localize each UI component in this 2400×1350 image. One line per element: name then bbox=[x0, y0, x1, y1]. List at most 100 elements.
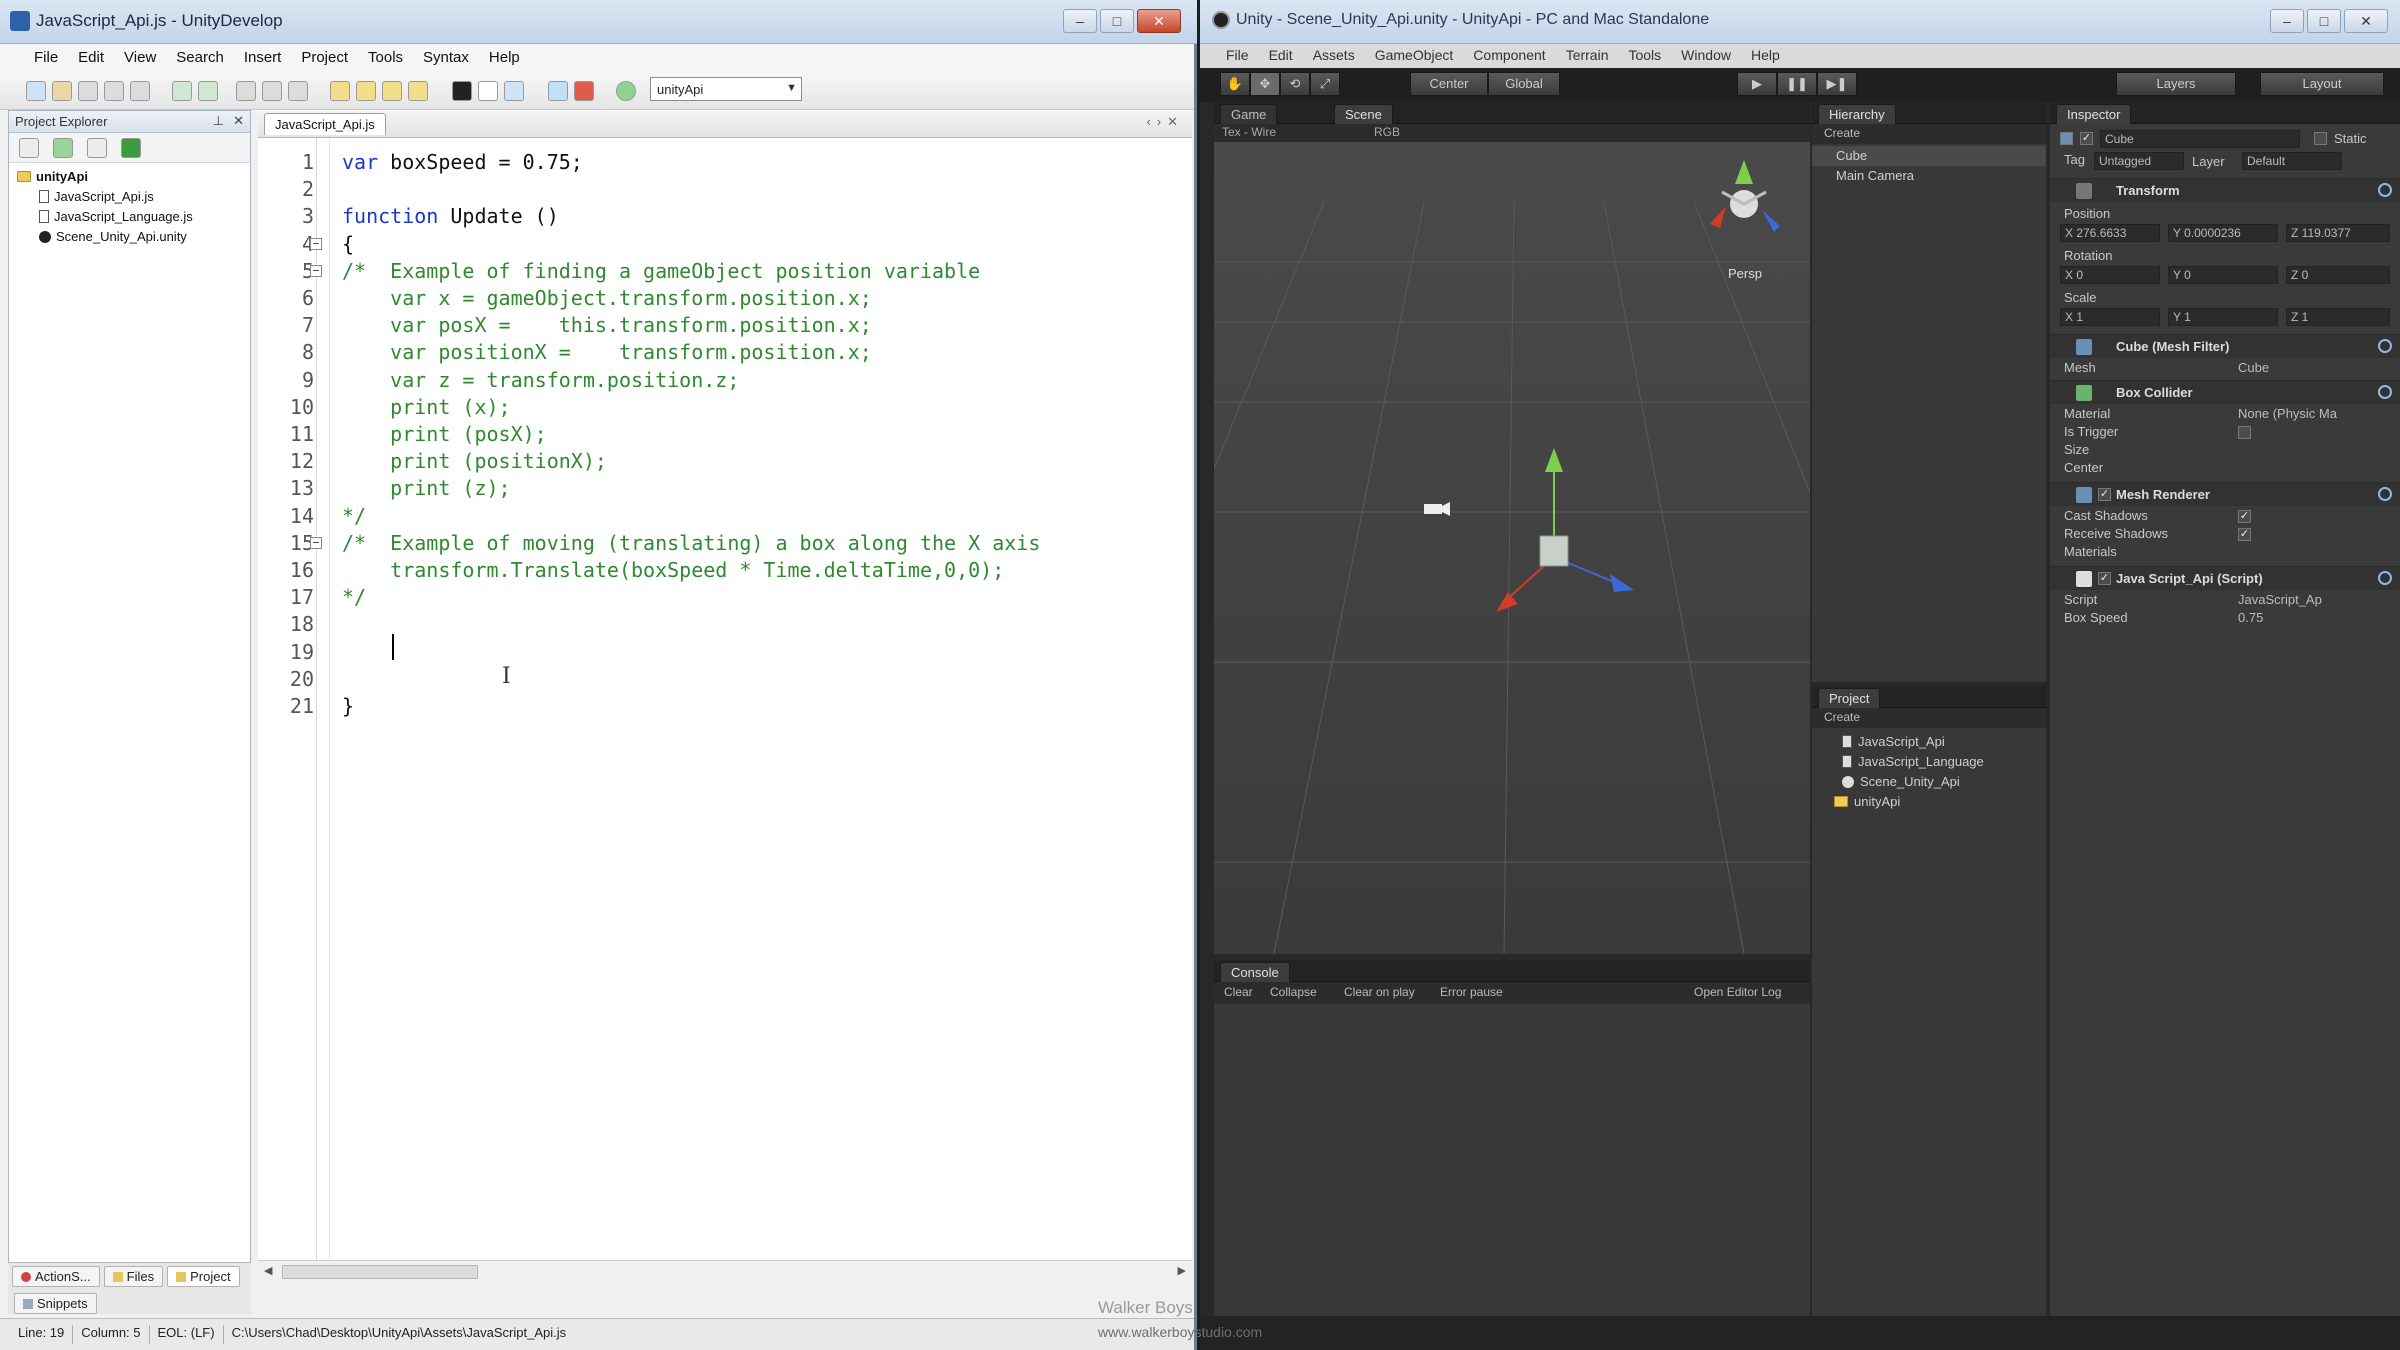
window-icon[interactable] bbox=[504, 81, 524, 101]
layout-dropdown[interactable]: Layout bbox=[2260, 72, 2384, 96]
open-editor-log-button[interactable]: Open Editor Log bbox=[1694, 985, 1781, 999]
unity-menu-terrain[interactable]: Terrain bbox=[1556, 44, 1619, 68]
project-item-javascript-language[interactable]: JavaScript_Language bbox=[1842, 754, 1984, 769]
tag-dropdown[interactable]: Untagged bbox=[2094, 152, 2184, 170]
unity-menu-file[interactable]: File bbox=[1216, 44, 1259, 68]
tab-controls[interactable]: ‹›✕ bbox=[1146, 114, 1184, 130]
code-line[interactable]: */ bbox=[342, 504, 366, 528]
code-line[interactable]: print (posX); bbox=[342, 422, 547, 446]
render-mode-dropdown[interactable]: Tex - Wire bbox=[1222, 125, 1276, 139]
console-collapse-button[interactable]: Collapse bbox=[1270, 985, 1317, 999]
active-checkbox[interactable]: ✓ bbox=[2080, 132, 2093, 145]
unity-menu-component[interactable]: Component bbox=[1463, 44, 1555, 68]
scene-gizmo[interactable] bbox=[1710, 160, 1780, 232]
mesh-renderer-component-header[interactable]: ✓ Mesh Renderer bbox=[2050, 482, 2400, 506]
check-syntax-icon[interactable] bbox=[548, 81, 568, 101]
build-icon[interactable] bbox=[616, 81, 636, 101]
unity-close-button[interactable]: ✕ bbox=[2344, 9, 2388, 33]
menu-tools[interactable]: Tools bbox=[358, 44, 413, 72]
refresh-icon[interactable] bbox=[53, 138, 73, 158]
tree-file-scene[interactable]: Scene_Unity_Api.unity bbox=[39, 229, 187, 244]
maximize-button[interactable]: □ bbox=[1100, 9, 1134, 33]
scroll-left-icon[interactable]: ◀ bbox=[264, 1264, 272, 1277]
component-settings-icon[interactable] bbox=[2378, 183, 2392, 197]
save-icon[interactable] bbox=[78, 81, 98, 101]
code-line[interactable]: /* Example of moving (translating) a box… bbox=[342, 531, 1040, 555]
tree-folder-unityapi[interactable]: unityApi bbox=[17, 169, 88, 184]
tab-game[interactable]: Game bbox=[1220, 104, 1278, 124]
unity-menu-help[interactable]: Help bbox=[1741, 44, 1790, 68]
menu-file[interactable]: File bbox=[24, 44, 68, 72]
cast-shadows-checkbox[interactable]: ✓ bbox=[2238, 510, 2251, 523]
bookmark-icon[interactable] bbox=[330, 81, 350, 101]
scroll-right-icon[interactable]: ▶ bbox=[1178, 1264, 1186, 1277]
code-line[interactable]: */ bbox=[342, 585, 366, 609]
hierarchy-create-dropdown[interactable]: Create bbox=[1812, 124, 2046, 144]
script-component-header[interactable]: ✓ Java Script_Api (Script) bbox=[2050, 566, 2400, 590]
fold-toggle-icon[interactable]: − bbox=[310, 237, 322, 250]
explorer-options-icon[interactable] bbox=[121, 138, 141, 158]
bookmark-clear-icon[interactable] bbox=[408, 81, 428, 101]
copy-icon[interactable] bbox=[262, 81, 282, 101]
unity-menu-window[interactable]: Window bbox=[1671, 44, 1741, 68]
panel-icon[interactable] bbox=[478, 81, 498, 101]
box-collider-component-header[interactable]: Box Collider bbox=[2050, 380, 2400, 404]
fold-toggle-icon[interactable]: − bbox=[310, 264, 322, 277]
tab-inspector[interactable]: Inspector bbox=[2056, 104, 2132, 124]
tree-file-javascript-language[interactable]: JavaScript_Language.js bbox=[39, 209, 193, 224]
tab-snippets[interactable]: Snippets bbox=[14, 1293, 97, 1314]
camera-icon[interactable] bbox=[1424, 502, 1450, 516]
layer-dropdown[interactable]: Default bbox=[2242, 152, 2342, 170]
component-settings-icon[interactable] bbox=[2378, 487, 2392, 501]
move-gizmo[interactable] bbox=[1496, 448, 1634, 612]
is-trigger-checkbox[interactable] bbox=[2238, 426, 2251, 439]
code-line[interactable]: print (x); bbox=[342, 395, 510, 419]
bookmark-prev-icon[interactable] bbox=[356, 81, 376, 101]
project-selector[interactable]: unityApi ▼ bbox=[650, 77, 802, 101]
code-line[interactable]: var boxSpeed = 0.75; bbox=[342, 150, 583, 174]
position-z-field[interactable]: Z 119.0377 bbox=[2286, 224, 2390, 242]
redo-icon[interactable] bbox=[198, 81, 218, 101]
menu-search[interactable]: Search bbox=[166, 44, 234, 72]
tab-console[interactable]: Console bbox=[1220, 962, 1290, 982]
menu-edit[interactable]: Edit bbox=[68, 44, 114, 72]
tab-project-unity[interactable]: Project bbox=[1818, 688, 1881, 708]
save-all-icon[interactable] bbox=[104, 81, 124, 101]
minimize-button[interactable]: – bbox=[1063, 9, 1097, 33]
code-line[interactable]: var x = gameObject.transform.position.x; bbox=[342, 286, 872, 310]
size-row[interactable]: Size bbox=[2050, 442, 2400, 460]
hierarchy-item-cube[interactable]: Cube bbox=[1812, 146, 2046, 166]
scale-tool-icon[interactable]: ⤢ bbox=[1310, 72, 1340, 96]
explorer-up-icon[interactable] bbox=[19, 138, 39, 158]
position-y-field[interactable]: Y 0.0000236 bbox=[2168, 224, 2278, 242]
close-panel-icon[interactable]: ✕ bbox=[233, 113, 244, 129]
script-enabled-checkbox[interactable]: ✓ bbox=[2098, 572, 2111, 585]
cut-icon[interactable] bbox=[236, 81, 256, 101]
play-button[interactable]: ▶ bbox=[1737, 72, 1777, 96]
unity-menu-gameobject[interactable]: GameObject bbox=[1365, 44, 1464, 68]
project-create-dropdown[interactable]: Create bbox=[1812, 708, 2046, 728]
close-button[interactable]: ✕ bbox=[1137, 9, 1181, 33]
unity-maximize-button[interactable]: □ bbox=[2307, 9, 2341, 33]
materials-row[interactable]: Materials bbox=[2050, 544, 2400, 562]
code-line[interactable]: var z = transform.position.z; bbox=[342, 368, 739, 392]
code-line[interactable]: function Update () bbox=[342, 204, 559, 228]
center-row[interactable]: Center bbox=[2050, 460, 2400, 478]
code-line[interactable]: var positionX = transform.position.x; bbox=[342, 340, 872, 364]
menu-help[interactable]: Help bbox=[479, 44, 530, 72]
pivot-global-button[interactable]: Global bbox=[1488, 72, 1560, 96]
code-editor[interactable]: 1 2 3 4 5 6 7 8 9 10 11 12 13 14 15 16 17 18 19 20 21 I var … bbox=[258, 138, 1192, 1260]
component-settings-icon[interactable] bbox=[2378, 571, 2392, 585]
code-line[interactable]: transform.Translate(boxSpeed * Time.delt… bbox=[342, 558, 1004, 582]
tab-project[interactable]: Project bbox=[167, 1266, 240, 1287]
rotate-tool-icon[interactable]: ⟲ bbox=[1280, 72, 1310, 96]
debug-icon[interactable] bbox=[574, 81, 594, 101]
tab-actionscript[interactable]: ActionS... bbox=[12, 1266, 100, 1287]
rotation-y-field[interactable]: Y 0 bbox=[2168, 266, 2278, 284]
component-settings-icon[interactable] bbox=[2378, 339, 2392, 353]
persp-label[interactable]: Persp bbox=[1728, 266, 1762, 281]
tab-hierarchy[interactable]: Hierarchy bbox=[1818, 104, 1896, 124]
code-line[interactable]: /* Example of finding a gameObject posit… bbox=[342, 259, 980, 283]
color-mode-dropdown[interactable]: RGB bbox=[1374, 125, 1400, 139]
hand-tool-icon[interactable]: ✋ bbox=[1220, 72, 1250, 96]
